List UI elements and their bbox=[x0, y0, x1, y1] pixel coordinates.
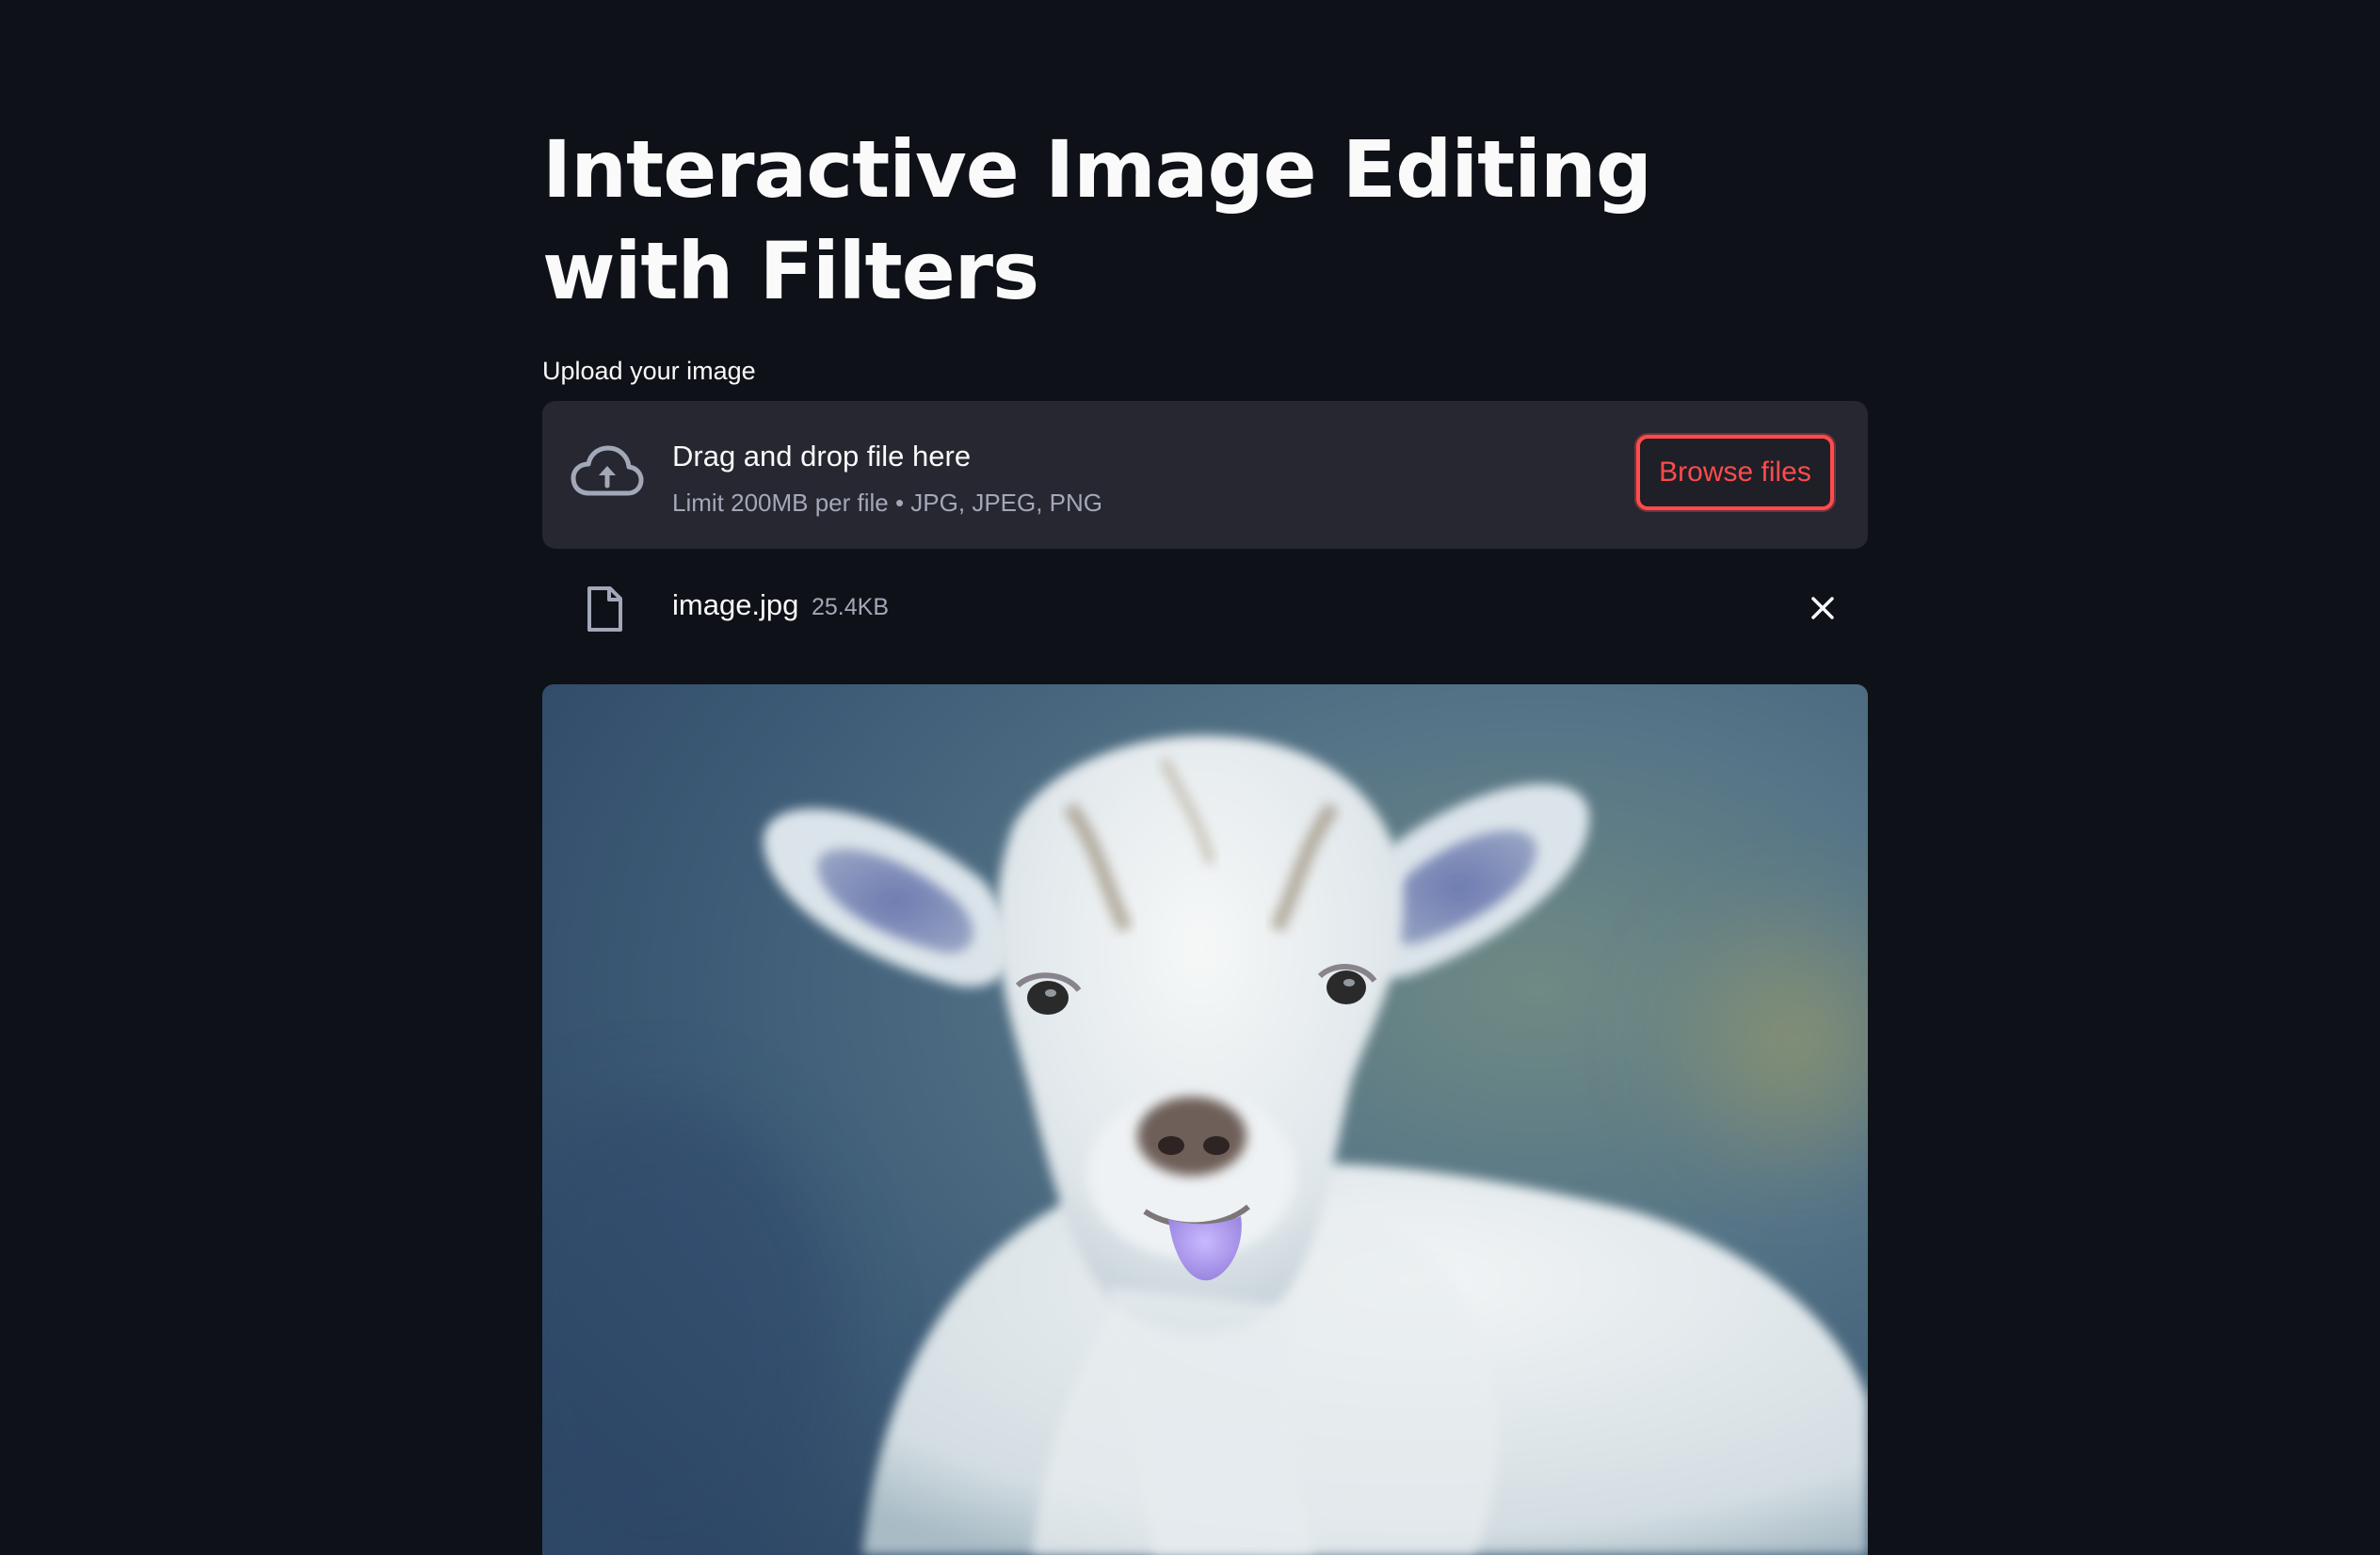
dropzone-title: Drag and drop file here bbox=[672, 440, 972, 473]
file-icon bbox=[587, 586, 622, 632]
dropzone-limits: Limit 200MB per file • JPG, JPEG, PNG bbox=[672, 489, 1103, 517]
uploaded-file-row: image.jpg 25.4KB bbox=[542, 569, 1868, 648]
page-title: Interactive Image Editing with Filters bbox=[542, 123, 1652, 317]
file-dropzone[interactable]: Drag and drop file here Limit 200MB per … bbox=[542, 401, 1868, 549]
uploader-label: Upload your image bbox=[542, 357, 756, 385]
app-page: Interactive Image Editing with Filters U… bbox=[0, 0, 2380, 1555]
cloud-upload-icon bbox=[571, 445, 644, 496]
uploaded-file-size: 25.4KB bbox=[812, 594, 890, 620]
goat-photo bbox=[542, 684, 1868, 1555]
browse-files-button[interactable]: Browse files bbox=[1636, 435, 1834, 510]
close-icon[interactable] bbox=[1804, 589, 1841, 627]
uploaded-file-name: image.jpg bbox=[672, 588, 799, 621]
image-preview bbox=[542, 684, 1868, 1555]
